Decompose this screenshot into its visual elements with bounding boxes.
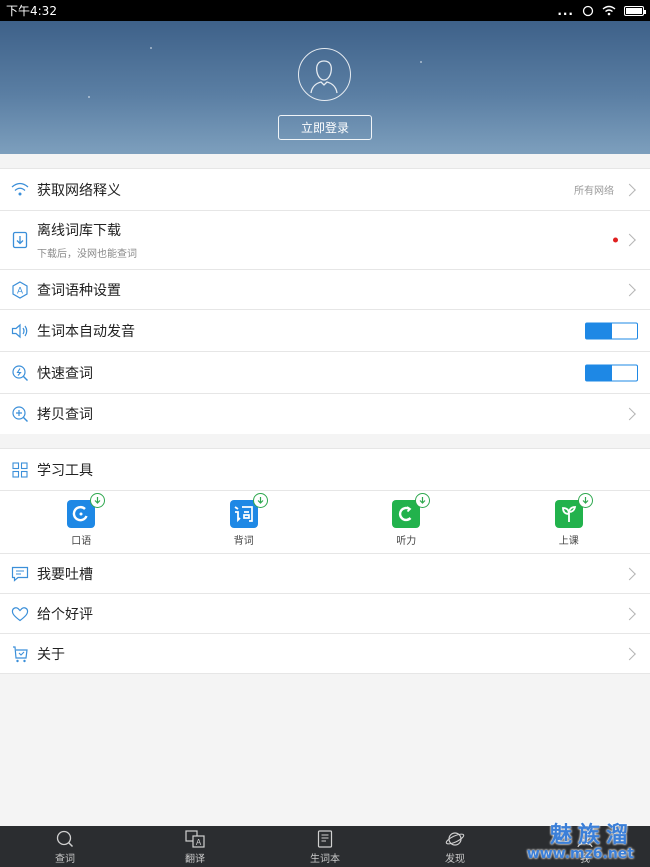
tab-discover-label: 发现 bbox=[445, 854, 465, 865]
sync-icon bbox=[582, 5, 594, 16]
translate-icon: A bbox=[185, 830, 205, 848]
tab-translate[interactable]: A 翻译 bbox=[130, 826, 260, 867]
offline-dictionary-label: 离线词库下载 bbox=[37, 223, 121, 239]
wifi-signal-icon bbox=[11, 181, 29, 199]
learning-tools-header: 学习工具 bbox=[0, 449, 650, 491]
tool-class[interactable]: 上课 bbox=[488, 491, 650, 553]
feedback-row[interactable]: 我要吐槽 bbox=[0, 554, 650, 594]
tab-discover[interactable]: 发现 bbox=[390, 826, 520, 867]
chevron-right-icon bbox=[623, 607, 636, 620]
auto-pronounce-row: 生词本自动发音 bbox=[0, 310, 650, 352]
watermark-url: www.mz6.net bbox=[526, 846, 634, 862]
about-label: 关于 bbox=[37, 646, 65, 663]
svg-text:A: A bbox=[196, 838, 202, 847]
class-icon bbox=[554, 493, 593, 528]
download-icon bbox=[90, 493, 106, 508]
learning-tools-title: 学习工具 bbox=[37, 462, 93, 479]
learning-tools-group: 学习工具 口语 背词 听力 上课 我要吐槽 给个好评 关于 bbox=[0, 448, 650, 674]
download-icon bbox=[252, 493, 268, 508]
status-time: 下午4:32 bbox=[6, 4, 57, 18]
network-scope-value: 所有网络 bbox=[574, 186, 614, 197]
about-row[interactable]: 关于 bbox=[0, 634, 650, 674]
language-a-icon: A bbox=[11, 280, 29, 299]
chevron-right-icon bbox=[623, 647, 636, 660]
lookup-language-label: 查词语种设置 bbox=[37, 282, 121, 299]
wifi-icon bbox=[602, 5, 616, 16]
login-button[interactable]: 立即登录 bbox=[278, 115, 372, 140]
tool-vocabulary-label: 背词 bbox=[233, 536, 254, 547]
svg-text:A: A bbox=[17, 285, 23, 295]
word-icon bbox=[229, 493, 268, 528]
heart-icon bbox=[11, 605, 29, 623]
zoom-plus-icon bbox=[11, 405, 29, 423]
network-definition-label: 获取网络释义 bbox=[37, 182, 121, 199]
settings-group: 获取网络释义 所有网络 离线词库下载 下载后，没网也能查词 A 查词语种设置 生… bbox=[0, 168, 650, 434]
quick-lookup-row: 快速查词 bbox=[0, 352, 650, 394]
tab-lookup[interactable]: 查词 bbox=[0, 826, 130, 867]
tool-speaking[interactable]: 口语 bbox=[0, 491, 163, 553]
watermark-title: 魅族溜 bbox=[549, 823, 634, 848]
notebook-icon bbox=[317, 830, 333, 848]
tab-wordbook-label: 生词本 bbox=[310, 854, 340, 865]
tool-class-label: 上课 bbox=[558, 536, 579, 547]
chevron-right-icon bbox=[623, 407, 636, 421]
planet-icon bbox=[445, 832, 465, 846]
status-icons: ... bbox=[557, 3, 646, 18]
chevron-right-icon bbox=[623, 567, 636, 580]
search-icon bbox=[56, 830, 74, 848]
chevron-right-icon bbox=[623, 283, 636, 296]
quick-lookup-label: 快速查词 bbox=[37, 365, 93, 382]
quick-lookup-toggle[interactable] bbox=[585, 364, 638, 381]
network-definition-row[interactable]: 获取网络释义 所有网络 bbox=[0, 169, 650, 211]
auto-pronounce-label: 生词本自动发音 bbox=[37, 323, 135, 340]
tab-lookup-label: 查词 bbox=[55, 854, 75, 865]
tool-listening-label: 听力 bbox=[396, 536, 417, 547]
tab-translate-label: 翻译 bbox=[185, 854, 205, 865]
status-bar: 下午4:32 ... bbox=[0, 0, 650, 21]
feedback-icon bbox=[11, 565, 29, 583]
offline-dictionary-subtitle: 下载后，没网也能查词 bbox=[37, 249, 137, 260]
speaking-icon bbox=[67, 493, 106, 528]
quick-search-icon bbox=[11, 364, 29, 382]
feedback-label: 我要吐槽 bbox=[37, 566, 93, 583]
grid-icon bbox=[11, 461, 29, 479]
user-silhouette-icon bbox=[310, 60, 338, 94]
site-watermark: 魅族溜 www.mz6.net bbox=[526, 823, 634, 862]
tools-row: 口语 背词 听力 上课 bbox=[0, 491, 650, 554]
tool-speaking-label: 口语 bbox=[71, 536, 92, 547]
profile-header: 立即登录 bbox=[0, 21, 650, 154]
tool-vocabulary[interactable]: 背词 bbox=[163, 491, 326, 553]
download-icon bbox=[415, 493, 431, 508]
battery-icon bbox=[624, 5, 646, 16]
copy-lookup-row[interactable]: 拷贝查词 bbox=[0, 394, 650, 434]
speaker-icon bbox=[11, 322, 29, 340]
offline-dictionary-row[interactable]: 离线词库下载 下载后，没网也能查词 bbox=[0, 211, 650, 270]
rate-row[interactable]: 给个好评 bbox=[0, 594, 650, 634]
tab-wordbook[interactable]: 生词本 bbox=[260, 826, 390, 867]
auto-pronounce-toggle[interactable] bbox=[585, 322, 638, 339]
tool-listening[interactable]: 听力 bbox=[325, 491, 488, 553]
download-book-icon bbox=[11, 231, 29, 249]
chevron-right-icon bbox=[623, 233, 636, 247]
notification-dots: ... bbox=[557, 3, 574, 18]
listening-icon bbox=[392, 493, 431, 528]
avatar[interactable] bbox=[298, 48, 351, 101]
about-cart-icon bbox=[11, 645, 29, 663]
rate-label: 给个好评 bbox=[37, 606, 93, 623]
new-badge-dot bbox=[613, 237, 618, 243]
copy-lookup-label: 拷贝查词 bbox=[37, 407, 93, 423]
lookup-language-row[interactable]: A 查词语种设置 bbox=[0, 270, 650, 310]
chevron-right-icon bbox=[623, 183, 636, 196]
download-icon bbox=[577, 493, 593, 508]
